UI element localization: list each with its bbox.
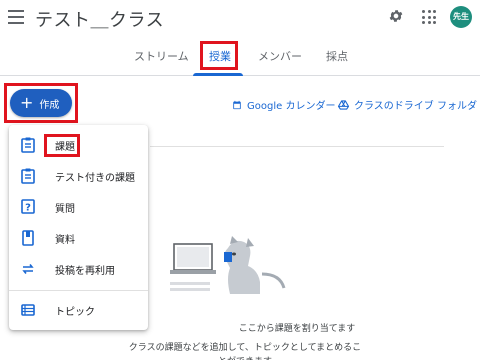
tab-highlight-box	[200, 41, 238, 70]
menu-item-material[interactable]: 資料	[9, 223, 148, 253]
tab-people[interactable]: メンバー	[258, 48, 302, 64]
menu-item-label: トピック	[55, 307, 95, 318]
avatar[interactable]: 先生	[450, 6, 472, 28]
quiz-assignment-icon	[21, 168, 35, 184]
menu-item-label: テスト付きの課題	[55, 173, 135, 184]
hamburger-menu-icon[interactable]	[8, 10, 24, 24]
empty-state-heading: ここから課題を割り当てます	[238, 324, 356, 334]
question-icon: ?	[21, 199, 35, 214]
tab-stream[interactable]: ストリーム	[134, 48, 189, 64]
drive-link-label: クラスのドライブ フォルダ	[354, 101, 477, 112]
drive-folder-link[interactable]: クラスのドライブ フォルダ	[338, 97, 477, 112]
empty-state-description: クラスの課題などを追加して、トピックとしてまとめることができます	[128, 343, 362, 360]
class-title: テスト＿クラス	[35, 10, 165, 31]
assignment-icon	[21, 137, 35, 153]
reuse-icon	[22, 264, 34, 274]
drive-icon	[338, 99, 349, 110]
active-tab-indicator	[193, 73, 243, 76]
menu-item-question[interactable]: ? 質問	[9, 192, 148, 222]
menu-item-topic[interactable]: トピック	[9, 295, 148, 325]
menu-separator	[9, 290, 148, 291]
tab-bar: ストリーム 授業 メンバー 採点	[0, 36, 480, 76]
menu-item-quiz-assignment[interactable]: テスト付きの課題	[9, 161, 148, 191]
empty-state-illustration	[170, 236, 286, 294]
assignment-highlight-box	[44, 134, 80, 157]
content-divider	[150, 146, 444, 147]
menu-item-label: 質問	[55, 204, 75, 215]
create-highlight-box	[4, 83, 78, 123]
apps-grid-icon[interactable]	[422, 10, 436, 24]
svg-text:?: ?	[25, 203, 31, 214]
menu-item-reuse-post[interactable]: 投稿を再利用	[9, 254, 148, 284]
material-icon	[22, 230, 34, 246]
app-header: テスト＿クラス 先生	[0, 0, 480, 36]
google-calendar-link[interactable]: Google カレンダー	[232, 97, 335, 112]
menu-item-label: 投稿を再利用	[55, 266, 115, 277]
gear-icon[interactable]	[388, 8, 404, 24]
tab-grades[interactable]: 採点	[326, 48, 348, 64]
calendar-link-label: Google カレンダー	[247, 101, 336, 112]
menu-item-label: 資料	[55, 235, 75, 246]
calendar-icon	[233, 100, 241, 109]
topic-icon	[21, 304, 35, 316]
